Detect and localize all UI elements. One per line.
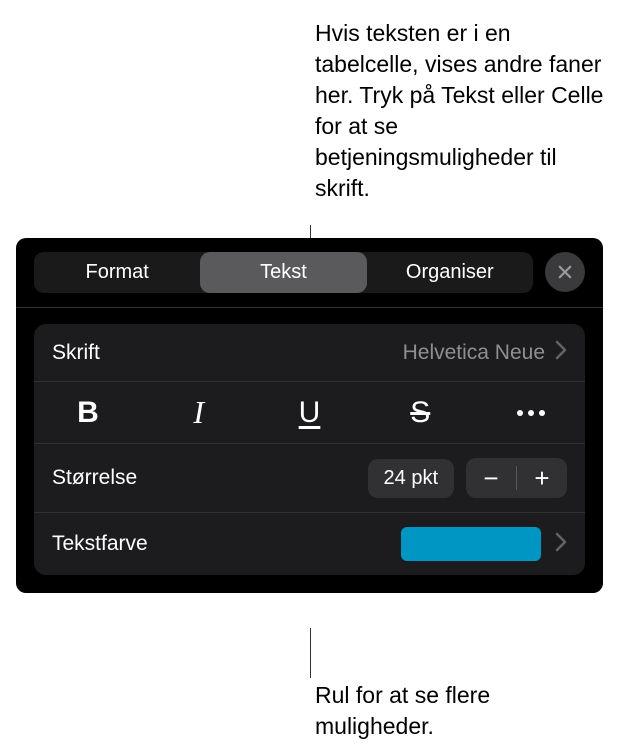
more-options-button[interactable]	[501, 410, 561, 416]
font-label: Skrift	[52, 341, 403, 365]
more-icon	[528, 410, 534, 416]
callout-leader-line-bottom	[310, 628, 311, 678]
font-value: Helvetica Neue	[403, 341, 545, 365]
tab-segment-control: Format Tekst Organiser	[34, 252, 533, 293]
chevron-right-icon	[555, 532, 567, 557]
font-row[interactable]: Skrift Helvetica Neue	[34, 324, 585, 382]
settings-group: Skrift Helvetica Neue B I U S Størrelse	[34, 324, 585, 575]
font-style-row: B I U S	[34, 382, 585, 444]
underline-button[interactable]: U	[280, 396, 340, 430]
format-panel: Format Tekst Organiser Skrift Helvetica …	[16, 238, 603, 593]
textcolor-label: Tekstfarve	[52, 532, 401, 556]
chevron-right-icon	[555, 340, 567, 365]
tab-bar: Format Tekst Organiser	[16, 238, 603, 308]
textcolor-row[interactable]: Tekstfarve	[34, 513, 585, 575]
italic-button[interactable]: I	[169, 394, 229, 431]
panel-content: Skrift Helvetica Neue B I U S Størrelse	[16, 308, 603, 593]
size-label: Størrelse	[52, 466, 368, 490]
size-decrease-button[interactable]: −	[466, 458, 516, 498]
size-increase-button[interactable]: +	[517, 458, 567, 498]
callout-bottom-text: Rul for at se flere muligheder.	[315, 680, 605, 742]
more-icon	[539, 410, 545, 416]
tab-tekst[interactable]: Tekst	[200, 252, 366, 293]
callout-top-text: Hvis teksten er i en tabelcelle, vises a…	[315, 18, 610, 204]
size-value-field[interactable]: 24 pkt	[368, 459, 454, 498]
more-icon	[517, 410, 523, 416]
close-button[interactable]	[545, 252, 585, 292]
strikethrough-button[interactable]: S	[390, 396, 450, 430]
size-row: Størrelse 24 pkt − +	[34, 444, 585, 513]
tab-format[interactable]: Format	[34, 252, 200, 293]
tab-organiser[interactable]: Organiser	[367, 252, 533, 293]
textcolor-swatch[interactable]	[401, 527, 541, 561]
close-icon	[556, 263, 574, 281]
size-stepper: − +	[466, 458, 567, 498]
bold-button[interactable]: B	[58, 396, 118, 430]
